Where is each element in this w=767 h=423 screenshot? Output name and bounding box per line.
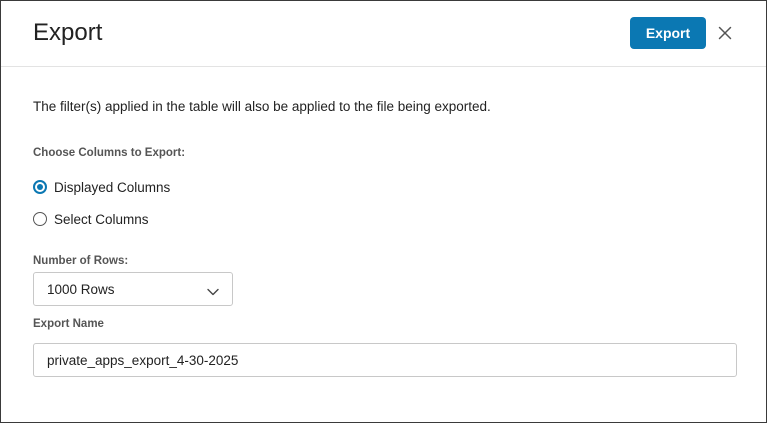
- close-icon[interactable]: [715, 23, 735, 43]
- export-name-label: Export Name: [33, 318, 104, 330]
- export-info-text: The filter(s) applied in the table will …: [33, 99, 491, 114]
- export-button[interactable]: Export: [630, 17, 706, 49]
- radio-button-checked[interactable]: [33, 180, 47, 194]
- radio-select-columns[interactable]: Select Columns: [33, 209, 149, 229]
- rows-section-label: Number of Rows:: [33, 255, 129, 267]
- export-name-input[interactable]: [33, 343, 737, 377]
- columns-section-label: Choose Columns to Export:: [33, 147, 186, 159]
- export-dialog: Export Export The filter(s) applied in t…: [0, 0, 767, 423]
- dialog-title: Export: [33, 19, 103, 46]
- radio-label-select-columns: Select Columns: [54, 211, 149, 227]
- rows-selected-value: 1000 Rows: [47, 282, 115, 297]
- chevron-down-icon: [206, 284, 220, 302]
- radio-label-displayed-columns: Displayed Columns: [54, 179, 171, 195]
- number-of-rows-select[interactable]: 1000 Rows: [33, 272, 233, 306]
- dialog-header: Export Export: [1, 1, 766, 67]
- radio-displayed-columns[interactable]: Displayed Columns: [33, 177, 170, 197]
- radio-button-unchecked[interactable]: [33, 212, 47, 226]
